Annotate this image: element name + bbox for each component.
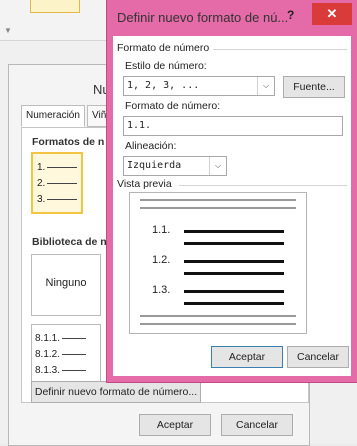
format-input[interactable]: 1.1. (123, 116, 343, 136)
preview-item-bar (184, 272, 284, 275)
cancel-button[interactable]: Cancelar (287, 346, 349, 368)
style-label: Estilo de número: (125, 60, 207, 72)
font-button[interactable]: Fuente... (283, 76, 345, 98)
style-value: 1, 2, 3, ... (127, 80, 200, 91)
tab-numeracion[interactable]: Numeración (21, 105, 85, 127)
ribbon-expand-icon[interactable]: ▼ (4, 26, 12, 35)
preview-item-bar (184, 230, 284, 233)
help-icon[interactable]: ? (287, 8, 294, 22)
preview-rule (140, 315, 296, 317)
multilevel-line: 8.1.2. (35, 349, 87, 360)
preview-rule (140, 323, 296, 325)
preview-item-label: 1.2. (152, 254, 171, 266)
preview-rule (140, 199, 296, 201)
preview-item-bar (184, 302, 284, 305)
section-divider (213, 49, 347, 50)
ok-button[interactable]: Aceptar (211, 346, 283, 368)
preview-item-bar (184, 260, 284, 263)
chevron-down-icon[interactable]: ⌵ (209, 157, 226, 175)
dialog-title: Definir nuevo formato de nú... (117, 10, 289, 25)
preview-rule (140, 207, 296, 209)
preview-box: 1.1. 1.2. 1.3. (129, 192, 307, 334)
style-select[interactable]: 1, 2, 3, ... ⌵ (123, 76, 275, 96)
library-group-title: Biblioteca de n (32, 236, 107, 248)
formats-group-title: Formatos de n (32, 136, 105, 148)
none-tile[interactable]: Ninguno (31, 254, 101, 316)
multilevel-tile[interactable]: 8.1.1. 8.1.2. 8.1.3. (31, 324, 101, 386)
preview-item-label: 1.1. (152, 224, 171, 236)
multilevel-line: 8.1.3. (35, 365, 87, 376)
format-line: 2. (37, 178, 78, 189)
format-value: 1.1. (127, 120, 152, 131)
format-tile-selected[interactable]: 1. 2. 3. (31, 152, 83, 214)
define-format-button[interactable]: Definir nuevo formato de número... (31, 381, 201, 403)
format-line: 1. (37, 162, 78, 173)
dialog-body: Formato de número Estilo de número: 1, 2… (113, 36, 351, 376)
ribbon-tile (30, 0, 80, 13)
preview-item-label: 1.3. (152, 284, 171, 296)
preview-item-bar (184, 242, 284, 245)
back-cancel-button[interactable]: Cancelar (221, 414, 293, 436)
back-ok-button[interactable]: Aceptar (139, 414, 211, 436)
format-label: Formato de número: (125, 100, 221, 112)
format-line: 3. (37, 194, 78, 205)
preview-label: Vista previa (117, 178, 172, 190)
chevron-down-icon[interactable]: ⌵ (257, 77, 274, 95)
define-format-dialog: Definir nuevo formato de nú... ? ✕ Forma… (107, 0, 357, 382)
multilevel-line: 8.1.1. (35, 333, 87, 344)
preview-item-bar (184, 290, 284, 293)
alignment-select[interactable]: Izquierda ⌵ (123, 156, 227, 176)
none-label: Ninguno (45, 277, 87, 289)
format-section-label: Formato de número (117, 42, 210, 54)
close-button[interactable]: ✕ (312, 3, 352, 25)
alignment-value: Izquierda (127, 160, 182, 171)
section-divider (179, 185, 347, 186)
alignment-label: Alineación: (125, 140, 177, 152)
